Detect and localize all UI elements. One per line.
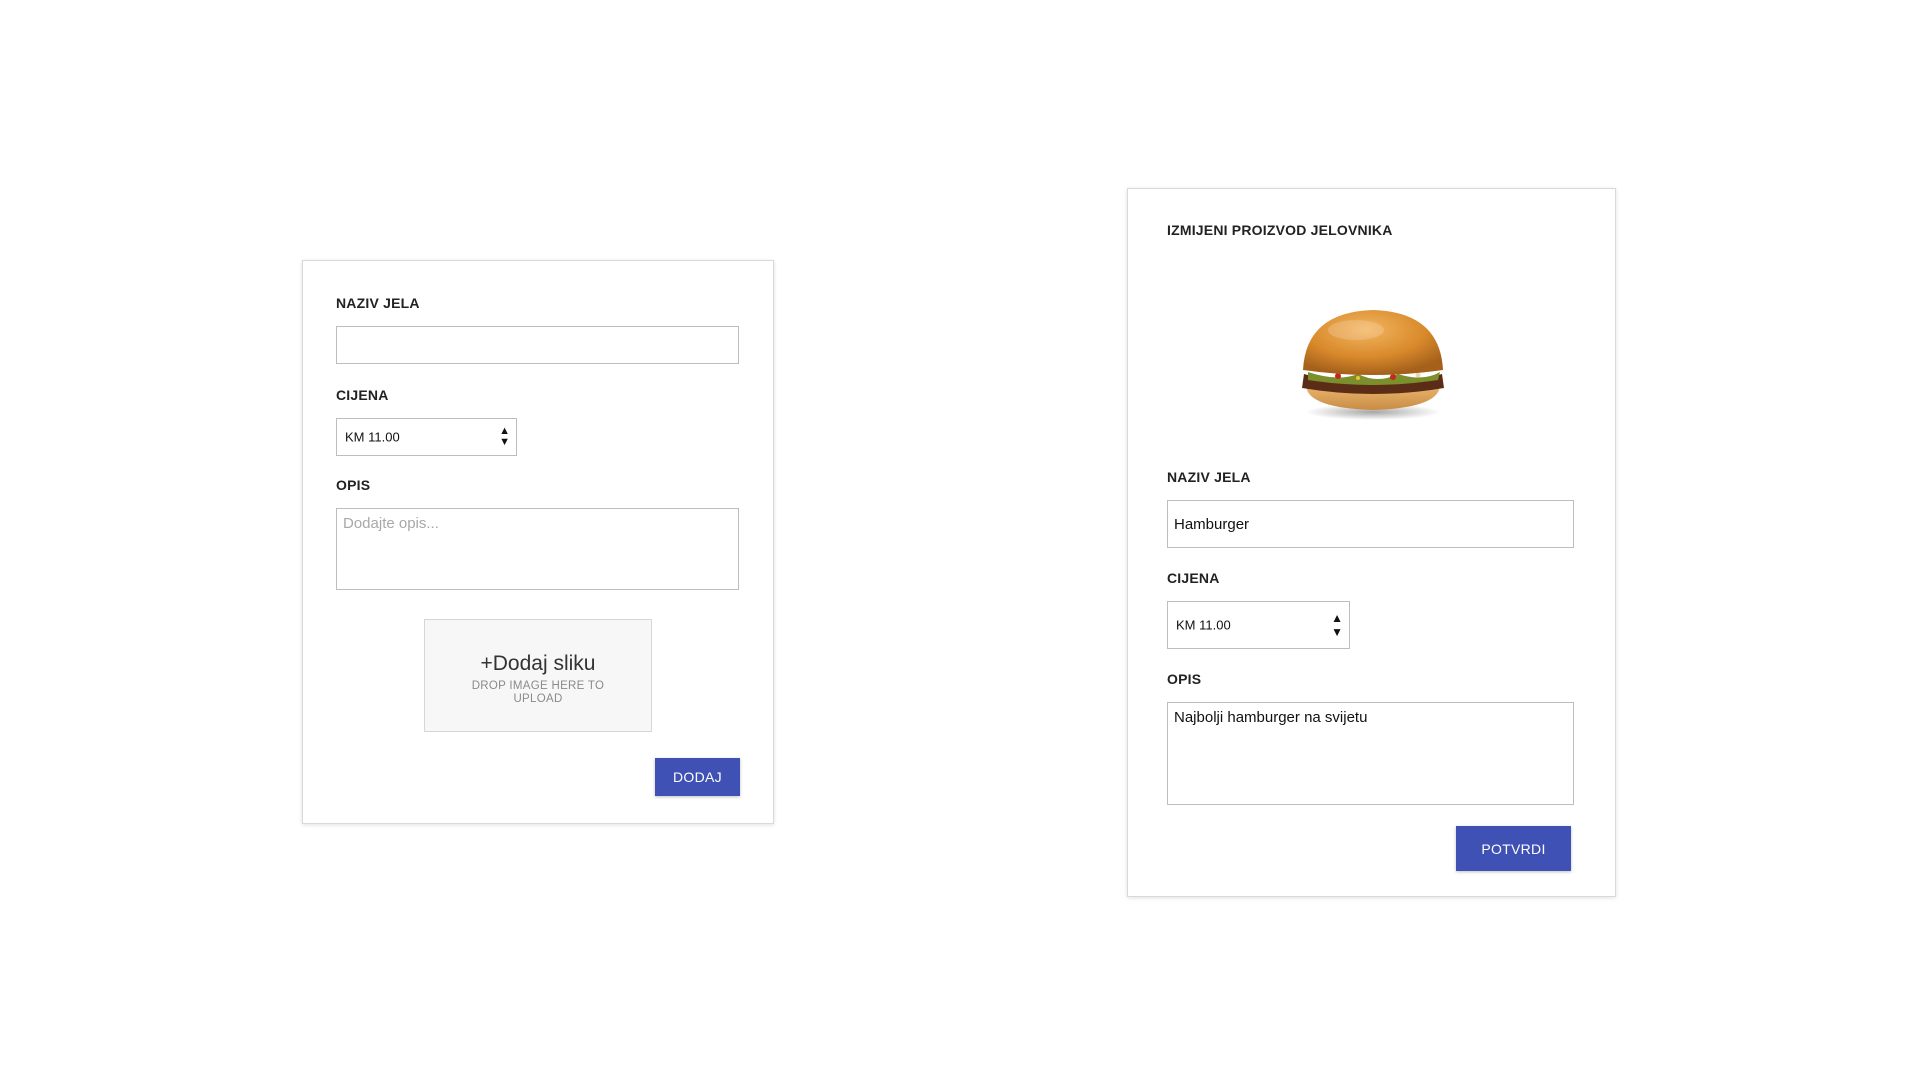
spinner-down-icon[interactable]: ▼ [1331,625,1343,639]
description-textarea[interactable]: Najbolji hamburger na svijetu [1167,702,1574,805]
price-label: CIJENA [1167,570,1220,586]
description-label: OPIS [336,477,371,493]
spinner-down-icon[interactable]: ▼ [499,437,510,448]
price-spinner[interactable]: ▲ ▼ [1331,611,1343,639]
name-label: NAZIV JELA [336,295,420,311]
description-label: OPIS [1167,671,1202,687]
name-input[interactable] [1167,500,1574,548]
price-label: CIJENA [336,387,389,403]
edit-dish-card: IZMIJENI PROIZVOD JELOVNIKA NAZIV JELA H… [1127,188,1616,897]
add-dish-card: NAZIV JELA CIJENA KM 11.00 ▲ ▼ OPIS +Dod… [302,260,774,824]
dropzone-subtitle: DROP IMAGE HERE TO UPLOAD [471,680,605,705]
hamburger-image [1302,310,1444,420]
edit-card-title: IZMIJENI PROIZVOD JELOVNIKA [1167,222,1393,238]
add-button[interactable]: DODAJ [655,758,740,796]
price-value: KM 11.00 [345,429,400,445]
description-textarea[interactable] [336,508,739,590]
dropzone-title: +Dodaj sliku [480,652,596,675]
spinner-up-icon[interactable]: ▲ [1331,611,1343,625]
price-value: KM 11.00 [1176,617,1231,633]
name-label: NAZIV JELA [1167,469,1251,485]
confirm-button[interactable]: POTVRDI [1456,826,1571,871]
price-input[interactable]: KM 11.00 ▲ ▼ [1167,601,1350,649]
image-dropzone[interactable]: +Dodaj sliku DROP IMAGE HERE TO UPLOAD [424,619,652,732]
name-input[interactable] [336,326,739,364]
price-input[interactable]: KM 11.00 ▲ ▼ [336,418,517,456]
price-spinner[interactable]: ▲ ▼ [499,426,510,448]
